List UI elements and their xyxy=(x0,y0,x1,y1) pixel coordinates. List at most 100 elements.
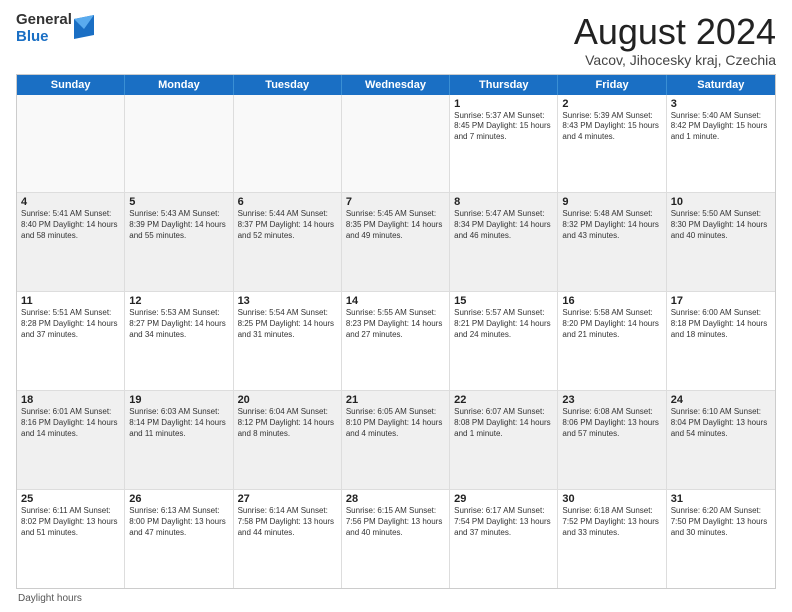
day-info: Sunrise: 5:58 AM Sunset: 8:20 PM Dayligh… xyxy=(562,308,661,340)
day-info: Sunrise: 6:17 AM Sunset: 7:54 PM Dayligh… xyxy=(454,506,553,538)
day-info: Sunrise: 5:47 AM Sunset: 8:34 PM Dayligh… xyxy=(454,209,553,241)
day-number: 17 xyxy=(671,295,771,307)
calendar-cell: 15Sunrise: 5:57 AM Sunset: 8:21 PM Dayli… xyxy=(450,292,558,390)
day-number: 20 xyxy=(238,394,337,406)
day-info: Sunrise: 5:53 AM Sunset: 8:27 PM Dayligh… xyxy=(129,308,228,340)
day-info: Sunrise: 5:54 AM Sunset: 8:25 PM Dayligh… xyxy=(238,308,337,340)
day-info: Sunrise: 6:20 AM Sunset: 7:50 PM Dayligh… xyxy=(671,506,771,538)
day-info: Sunrise: 5:40 AM Sunset: 8:42 PM Dayligh… xyxy=(671,111,771,143)
day-info: Sunrise: 5:48 AM Sunset: 8:32 PM Dayligh… xyxy=(562,209,661,241)
calendar-cell xyxy=(234,95,342,193)
day-info: Sunrise: 6:18 AM Sunset: 7:52 PM Dayligh… xyxy=(562,506,661,538)
calendar-cell: 17Sunrise: 6:00 AM Sunset: 8:18 PM Dayli… xyxy=(667,292,775,390)
header-thursday: Thursday xyxy=(450,75,558,95)
day-info: Sunrise: 6:08 AM Sunset: 8:06 PM Dayligh… xyxy=(562,407,661,439)
day-info: Sunrise: 5:50 AM Sunset: 8:30 PM Dayligh… xyxy=(671,209,771,241)
day-number: 15 xyxy=(454,295,553,307)
calendar-row: 1Sunrise: 5:37 AM Sunset: 8:45 PM Daylig… xyxy=(17,95,775,194)
calendar-cell: 21Sunrise: 6:05 AM Sunset: 8:10 PM Dayli… xyxy=(342,391,450,489)
day-info: Sunrise: 5:45 AM Sunset: 8:35 PM Dayligh… xyxy=(346,209,445,241)
day-info: Sunrise: 6:01 AM Sunset: 8:16 PM Dayligh… xyxy=(21,407,120,439)
page: General Blue August 2024 Vacov, Jihocesk… xyxy=(0,0,792,612)
calendar-cell: 24Sunrise: 6:10 AM Sunset: 8:04 PM Dayli… xyxy=(667,391,775,489)
calendar-cell: 23Sunrise: 6:08 AM Sunset: 8:06 PM Dayli… xyxy=(558,391,666,489)
day-number: 7 xyxy=(346,196,445,208)
day-info: Sunrise: 6:15 AM Sunset: 7:56 PM Dayligh… xyxy=(346,506,445,538)
calendar-cell: 22Sunrise: 6:07 AM Sunset: 8:08 PM Dayli… xyxy=(450,391,558,489)
day-number: 31 xyxy=(671,493,771,505)
day-info: Sunrise: 5:57 AM Sunset: 8:21 PM Dayligh… xyxy=(454,308,553,340)
day-info: Sunrise: 6:11 AM Sunset: 8:02 PM Dayligh… xyxy=(21,506,120,538)
day-number: 28 xyxy=(346,493,445,505)
calendar-cell xyxy=(125,95,233,193)
day-number: 19 xyxy=(129,394,228,406)
subtitle: Vacov, Jihocesky kraj, Czechia xyxy=(574,52,776,68)
day-info: Sunrise: 5:37 AM Sunset: 8:45 PM Dayligh… xyxy=(454,111,553,143)
calendar-row: 11Sunrise: 5:51 AM Sunset: 8:28 PM Dayli… xyxy=(17,292,775,391)
day-info: Sunrise: 6:04 AM Sunset: 8:12 PM Dayligh… xyxy=(238,407,337,439)
day-number: 21 xyxy=(346,394,445,406)
day-number: 26 xyxy=(129,493,228,505)
day-info: Sunrise: 5:51 AM Sunset: 8:28 PM Dayligh… xyxy=(21,308,120,340)
calendar-cell: 20Sunrise: 6:04 AM Sunset: 8:12 PM Dayli… xyxy=(234,391,342,489)
day-info: Sunrise: 5:55 AM Sunset: 8:23 PM Dayligh… xyxy=(346,308,445,340)
day-number: 30 xyxy=(562,493,661,505)
logo: General Blue xyxy=(16,12,94,45)
day-info: Sunrise: 6:07 AM Sunset: 8:08 PM Dayligh… xyxy=(454,407,553,439)
calendar-cell xyxy=(17,95,125,193)
day-number: 24 xyxy=(671,394,771,406)
main-title: August 2024 xyxy=(574,12,776,52)
logo-text: General Blue xyxy=(16,12,72,45)
calendar-cell: 5Sunrise: 5:43 AM Sunset: 8:39 PM Daylig… xyxy=(125,193,233,291)
day-info: Sunrise: 6:03 AM Sunset: 8:14 PM Dayligh… xyxy=(129,407,228,439)
day-number: 11 xyxy=(21,295,120,307)
calendar-cell: 8Sunrise: 5:47 AM Sunset: 8:34 PM Daylig… xyxy=(450,193,558,291)
day-number: 3 xyxy=(671,98,771,110)
day-number: 1 xyxy=(454,98,553,110)
day-info: Sunrise: 5:41 AM Sunset: 8:40 PM Dayligh… xyxy=(21,209,120,241)
day-number: 4 xyxy=(21,196,120,208)
calendar-body: 1Sunrise: 5:37 AM Sunset: 8:45 PM Daylig… xyxy=(17,95,775,588)
calendar-cell: 28Sunrise: 6:15 AM Sunset: 7:56 PM Dayli… xyxy=(342,490,450,588)
calendar-cell: 6Sunrise: 5:44 AM Sunset: 8:37 PM Daylig… xyxy=(234,193,342,291)
calendar-cell: 29Sunrise: 6:17 AM Sunset: 7:54 PM Dayli… xyxy=(450,490,558,588)
day-number: 5 xyxy=(129,196,228,208)
calendar-cell: 3Sunrise: 5:40 AM Sunset: 8:42 PM Daylig… xyxy=(667,95,775,193)
day-number: 2 xyxy=(562,98,661,110)
header-sunday: Sunday xyxy=(17,75,125,95)
day-info: Sunrise: 5:39 AM Sunset: 8:43 PM Dayligh… xyxy=(562,111,661,143)
day-number: 22 xyxy=(454,394,553,406)
day-number: 23 xyxy=(562,394,661,406)
calendar-cell: 18Sunrise: 6:01 AM Sunset: 8:16 PM Dayli… xyxy=(17,391,125,489)
calendar-header: Sunday Monday Tuesday Wednesday Thursday… xyxy=(17,75,775,95)
day-number: 8 xyxy=(454,196,553,208)
day-number: 10 xyxy=(671,196,771,208)
day-number: 9 xyxy=(562,196,661,208)
day-info: Sunrise: 6:05 AM Sunset: 8:10 PM Dayligh… xyxy=(346,407,445,439)
calendar-cell: 27Sunrise: 6:14 AM Sunset: 7:58 PM Dayli… xyxy=(234,490,342,588)
calendar-cell: 4Sunrise: 5:41 AM Sunset: 8:40 PM Daylig… xyxy=(17,193,125,291)
day-info: Sunrise: 5:43 AM Sunset: 8:39 PM Dayligh… xyxy=(129,209,228,241)
day-info: Sunrise: 6:13 AM Sunset: 8:00 PM Dayligh… xyxy=(129,506,228,538)
calendar-cell: 9Sunrise: 5:48 AM Sunset: 8:32 PM Daylig… xyxy=(558,193,666,291)
header-saturday: Saturday xyxy=(667,75,775,95)
footer-note: Daylight hours xyxy=(16,593,776,604)
day-info: Sunrise: 6:14 AM Sunset: 7:58 PM Dayligh… xyxy=(238,506,337,538)
calendar-row: 4Sunrise: 5:41 AM Sunset: 8:40 PM Daylig… xyxy=(17,193,775,292)
calendar-row: 25Sunrise: 6:11 AM Sunset: 8:02 PM Dayli… xyxy=(17,490,775,588)
day-number: 14 xyxy=(346,295,445,307)
day-number: 29 xyxy=(454,493,553,505)
day-number: 6 xyxy=(238,196,337,208)
calendar-cell: 13Sunrise: 5:54 AM Sunset: 8:25 PM Dayli… xyxy=(234,292,342,390)
header-tuesday: Tuesday xyxy=(234,75,342,95)
day-number: 25 xyxy=(21,493,120,505)
calendar-cell: 26Sunrise: 6:13 AM Sunset: 8:00 PM Dayli… xyxy=(125,490,233,588)
calendar-cell: 2Sunrise: 5:39 AM Sunset: 8:43 PM Daylig… xyxy=(558,95,666,193)
day-number: 12 xyxy=(129,295,228,307)
day-info: Sunrise: 6:00 AM Sunset: 8:18 PM Dayligh… xyxy=(671,308,771,340)
header-monday: Monday xyxy=(125,75,233,95)
calendar-cell: 11Sunrise: 5:51 AM Sunset: 8:28 PM Dayli… xyxy=(17,292,125,390)
calendar-row: 18Sunrise: 6:01 AM Sunset: 8:16 PM Dayli… xyxy=(17,391,775,490)
calendar-cell: 30Sunrise: 6:18 AM Sunset: 7:52 PM Dayli… xyxy=(558,490,666,588)
day-info: Sunrise: 6:10 AM Sunset: 8:04 PM Dayligh… xyxy=(671,407,771,439)
